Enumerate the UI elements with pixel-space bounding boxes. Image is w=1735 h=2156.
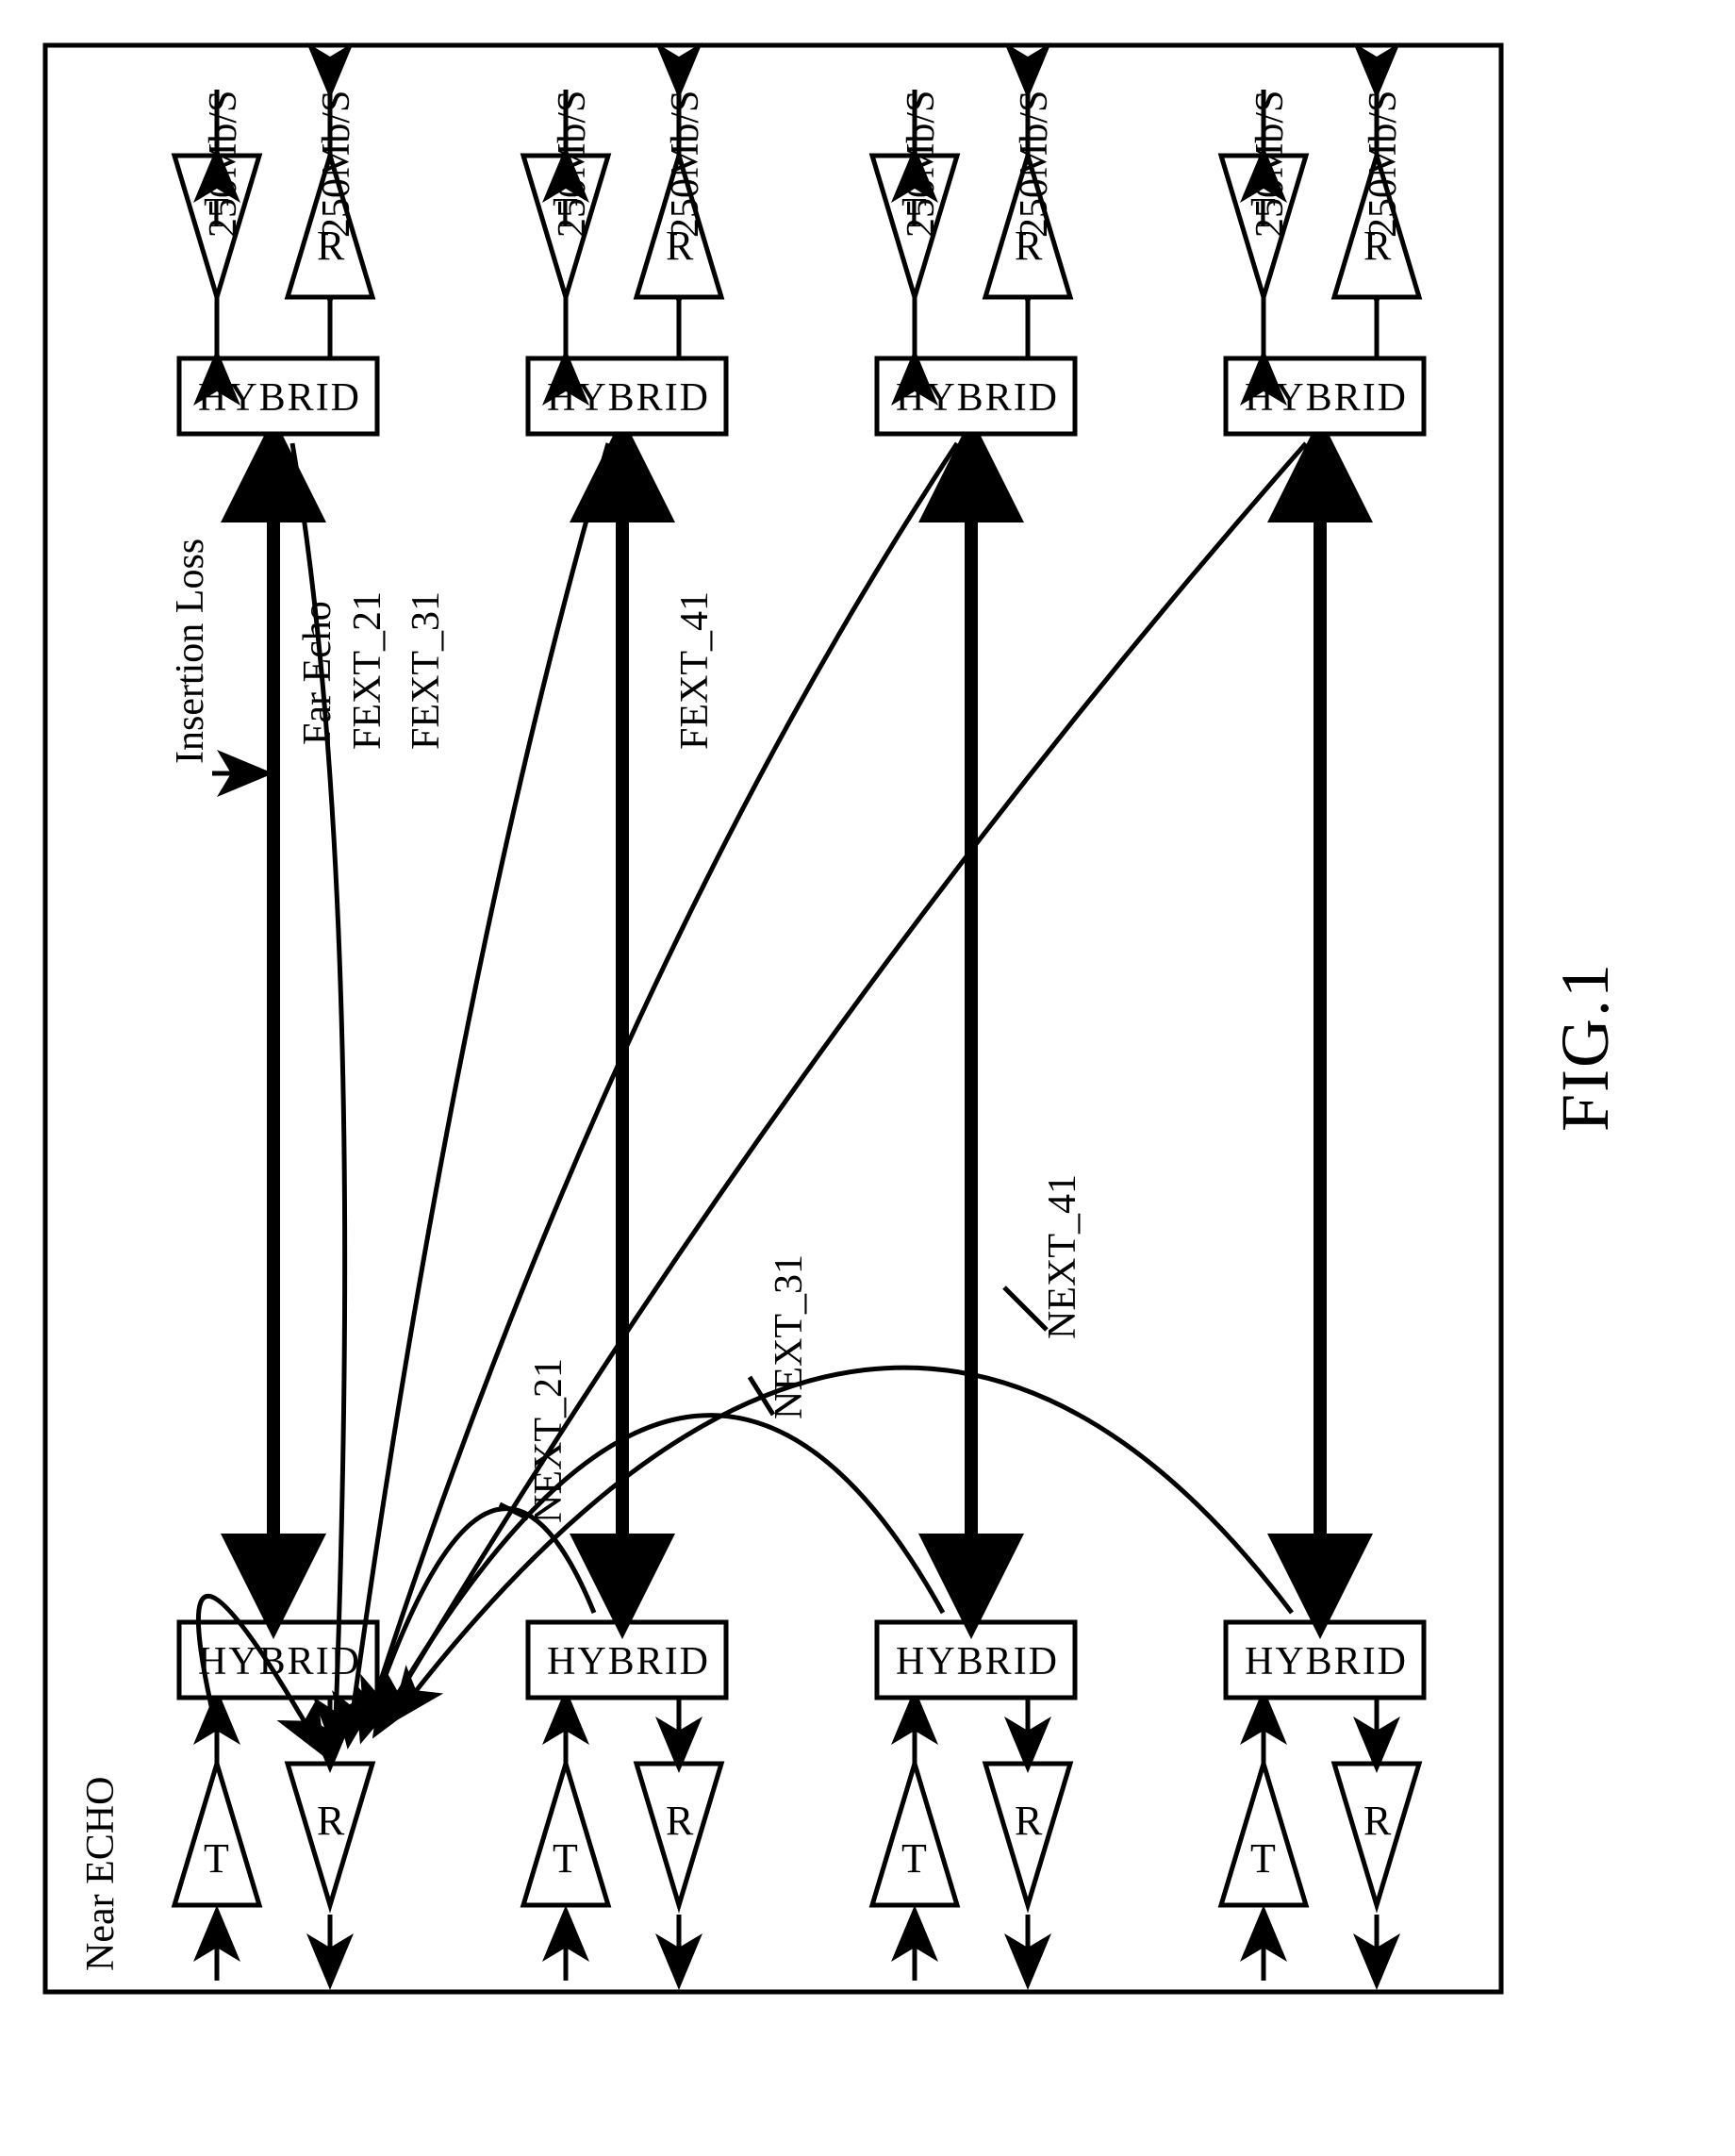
svg-text:250Mb/S: 250Mb/S [1248,91,1292,238]
svg-text:HYBRID: HYBRID [896,1640,1059,1683]
figure-caption: FIG.1 [1546,962,1625,1132]
svg-text:HYBRID: HYBRID [547,376,710,420]
fext31-label: FEXT_31 [405,591,448,750]
fext41-label: FEXT_41 [673,591,717,750]
far-echo-label: Far Echo [296,601,339,745]
svg-text:T: T [553,1835,578,1882]
svg-text:250Mb/S: 250Mb/S [1013,91,1056,238]
next21-label: NEXT_21 [527,1358,570,1523]
svg-text:T: T [1250,1835,1276,1882]
svg-text:T: T [901,1835,927,1882]
svg-text:R: R [666,1798,694,1844]
svg-text:250Mb/S: 250Mb/S [551,91,594,238]
svg-text:HYBRID: HYBRID [896,376,1059,420]
svg-text:R: R [1015,1798,1043,1844]
svg-text:HYBRID: HYBRID [547,1640,710,1683]
rate-label: 250Mb/S [315,91,358,238]
rate-label: 250Mb/S [202,91,245,238]
next41-label: NEXT_41 [1041,1174,1084,1339]
fext21-label: FEXT_21 [346,591,389,750]
block-diagram: Near ECHO T R HYBRID HYBRID T 250Mb/S R … [38,38,1509,2056]
t-label: T [204,1835,229,1882]
svg-text:250Mb/S: 250Mb/S [1362,91,1405,238]
insertion-loss-label: Insertion Loss [169,539,212,764]
svg-text:250Mb/S: 250Mb/S [664,91,707,238]
r-label: R [317,1798,345,1844]
svg-text:R: R [1363,1798,1392,1844]
svg-text:250Mb/S: 250Mb/S [900,91,943,238]
svg-text:HYBRID: HYBRID [1245,376,1408,420]
near-echo-label: Near ECHO [79,1777,123,1971]
svg-text:HYBRID: HYBRID [1245,1640,1408,1683]
hybrid-label: HYBRID [198,376,361,420]
